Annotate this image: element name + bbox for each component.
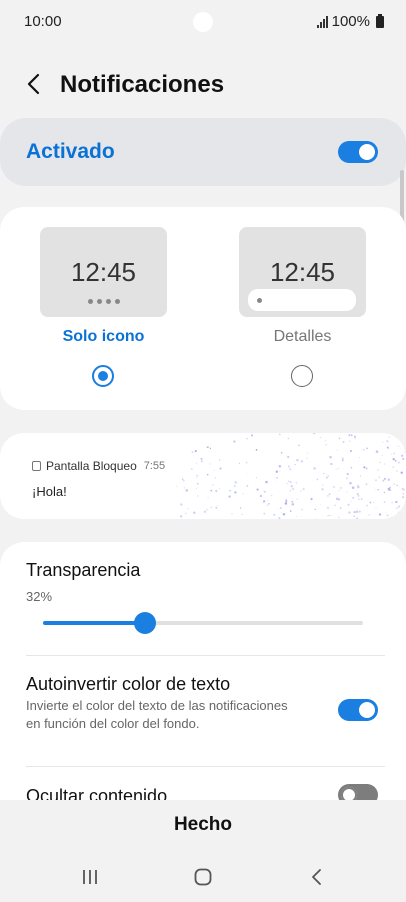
recent-apps-button[interactable] [75,865,105,889]
details-radio[interactable] [291,365,313,387]
battery-percent: 100% [331,13,370,30]
auto-invert-toggle[interactable] [338,699,378,721]
lock-screen-app-icon [32,461,41,471]
battery-icon [376,13,384,28]
back-button[interactable] [20,70,48,98]
chevron-left-icon [27,73,40,95]
status-bar: 10:00 100% [0,0,406,44]
details-label[interactable]: Detalles [239,328,366,346]
toggle-knob [359,144,375,160]
home-icon [194,868,212,886]
recents-icon [83,870,97,884]
nav-back-button[interactable] [302,865,332,889]
status-time: 10:00 [24,13,62,30]
details-preview[interactable]: 12:45 [239,227,366,317]
icon-only-radio[interactable] [92,365,114,387]
transparency-title: Transparencia [26,560,141,580]
auto-invert-title[interactable]: Autoinvertir color de texto [26,674,230,695]
back-nav-icon [312,869,321,885]
dots-icon [40,291,167,309]
master-switch-label: Activado [26,140,115,163]
transparency-slider[interactable] [43,612,363,634]
master-switch-bar[interactable]: Activado [0,118,406,186]
header: Notificaciones [0,60,406,110]
status-indicators: 100% [316,13,384,30]
footer: Hecho [0,800,406,902]
master-toggle[interactable] [338,141,378,163]
camera-cutout [193,12,213,32]
done-button[interactable]: Hecho [0,814,406,836]
sparkle-background [176,433,406,519]
icon-only-label[interactable]: Solo icono [40,328,167,346]
notification-message: ¡Hola! [32,484,67,499]
home-button[interactable] [188,865,218,889]
transparency-value: 32% [26,589,53,604]
notification-preview-card: Pantalla Bloqueo 7:55 ¡Hola! [0,433,406,519]
preview-clock: 12:45 [269,257,336,287]
page-title: Notificaciones [60,71,225,98]
notification-pill [248,289,356,311]
divider [26,766,385,767]
preview-clock: 12:45 [70,257,137,287]
divider [26,655,385,656]
notification-style-card: 12:45 12:45 Solo icono Detalles [0,207,406,410]
icon-only-preview[interactable]: 12:45 [40,227,167,317]
notification-time: 7:55 [143,460,166,472]
auto-invert-description: Invierte el color del texto de las notif… [26,698,288,731]
toggle-knob [359,702,375,718]
signal-icon [316,15,328,28]
notification-app-name: Pantalla Bloqueo [46,459,137,473]
settings-card: Transparencia 32% Autoinvertir color de … [0,542,406,822]
notification-header: Pantalla Bloqueo 7:55 [32,459,165,473]
slider-fill [43,621,146,625]
